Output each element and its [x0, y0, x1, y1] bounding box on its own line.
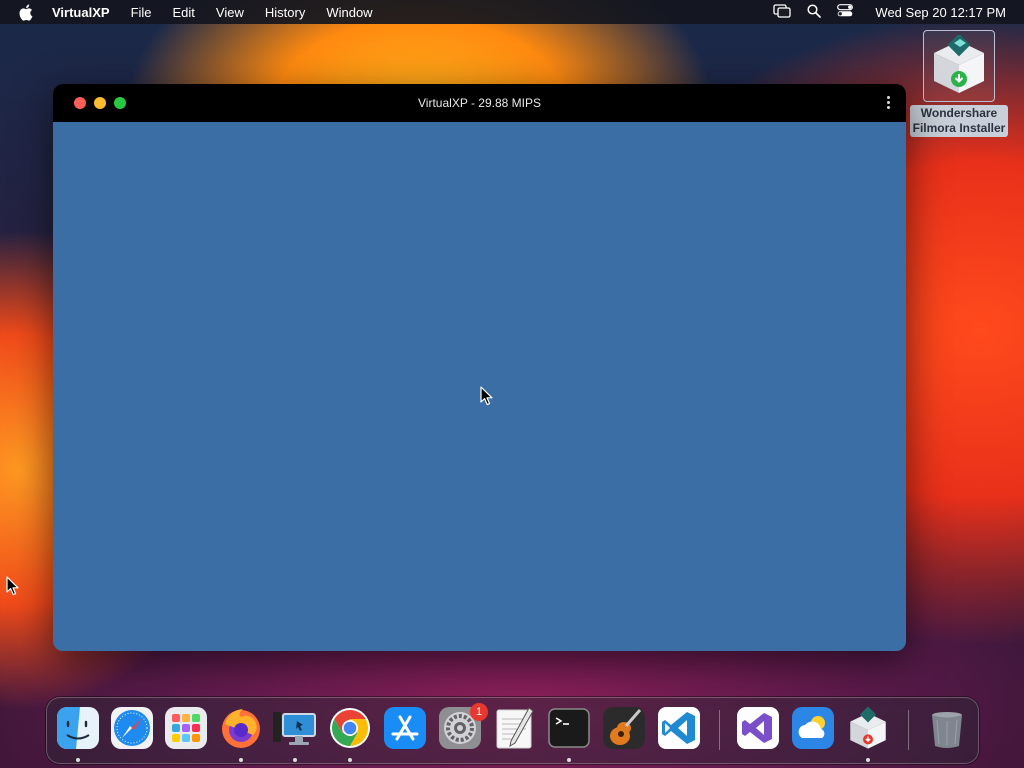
launchpad-icon [165, 707, 207, 749]
control-center-icon[interactable] [837, 4, 854, 20]
virtualxp-window[interactable]: VirtualXP - 29.88 MIPS [53, 84, 906, 651]
more-options-icon[interactable] [887, 96, 891, 111]
menu-edit[interactable]: Edit [173, 5, 195, 20]
firefox-running-dot [239, 758, 243, 762]
mouse-cursor-icon [480, 386, 493, 406]
finder-running-dot [76, 758, 80, 762]
screen-mirroring-icon[interactable] [773, 3, 792, 21]
terminal-running-dot [567, 758, 571, 762]
dock-visual-studio[interactable] [736, 706, 780, 750]
dock-safari[interactable] [110, 706, 154, 750]
menu-bar: VirtualXP File Edit View History Window … [0, 0, 1024, 24]
spotlight-search-icon[interactable] [807, 3, 822, 21]
dock-textedit[interactable] [493, 706, 537, 750]
secondary-cursor-icon [6, 576, 19, 596]
dock-launchpad[interactable] [164, 706, 208, 750]
dock-filmora-installer[interactable] [846, 706, 890, 750]
dock-system-settings[interactable]: 1 [438, 703, 488, 750]
visual-studio-icon [737, 707, 779, 749]
garageband-icon [603, 707, 645, 749]
window-title: VirtualXP - 29.88 MIPS [418, 96, 541, 110]
desktop-icon-label: Wondershare Filmora Installer [909, 105, 1009, 137]
menu-history[interactable]: History [265, 5, 305, 20]
dock-firefox[interactable] [219, 706, 263, 750]
chrome-icon [330, 708, 370, 748]
dock-chrome[interactable] [328, 706, 372, 750]
dock-garageband[interactable] [602, 706, 646, 750]
dock-weather[interactable] [791, 706, 835, 750]
dock-vscode[interactable] [657, 706, 701, 750]
notification-badge: 1 [470, 703, 488, 721]
desktop-icon-filmora-installer[interactable]: Wondershare Filmora Installer [908, 30, 1010, 137]
filmora-installer-icon [850, 706, 886, 749]
remote-desktop-icon [273, 712, 316, 745]
dock-finder[interactable] [56, 706, 100, 750]
safari-icon [111, 707, 153, 749]
dock-app-store[interactable] [383, 706, 427, 750]
app-store-icon [384, 707, 426, 749]
dock: 1 [46, 697, 979, 764]
dock-separator [719, 710, 720, 750]
package-installer-icon [923, 30, 995, 102]
apple-menu-icon[interactable] [18, 4, 36, 21]
firefox-icon [222, 709, 260, 748]
menu-window[interactable]: Window [326, 5, 372, 20]
dock-trash[interactable] [925, 706, 969, 750]
weather-icon [792, 707, 834, 749]
filmora-running-dot [866, 758, 870, 762]
menu-clock[interactable]: Wed Sep 20 12:17 PM [875, 5, 1006, 20]
menu-app-name[interactable]: VirtualXP [52, 5, 110, 20]
dock-remote-desktop[interactable] [273, 706, 317, 750]
vscode-icon [658, 707, 700, 749]
menu-view[interactable]: View [216, 5, 244, 20]
chrome-running-dot [348, 758, 352, 762]
trash-icon [932, 712, 962, 748]
remote-desktop-running-dot [293, 758, 297, 762]
dock-separator-trash [908, 710, 909, 750]
finder-icon [57, 707, 99, 749]
textedit-icon [496, 707, 534, 749]
window-titlebar[interactable]: VirtualXP - 29.88 MIPS [53, 84, 906, 122]
terminal-icon [548, 708, 590, 748]
menu-file[interactable]: File [131, 5, 152, 20]
dock-terminal[interactable] [547, 706, 591, 750]
